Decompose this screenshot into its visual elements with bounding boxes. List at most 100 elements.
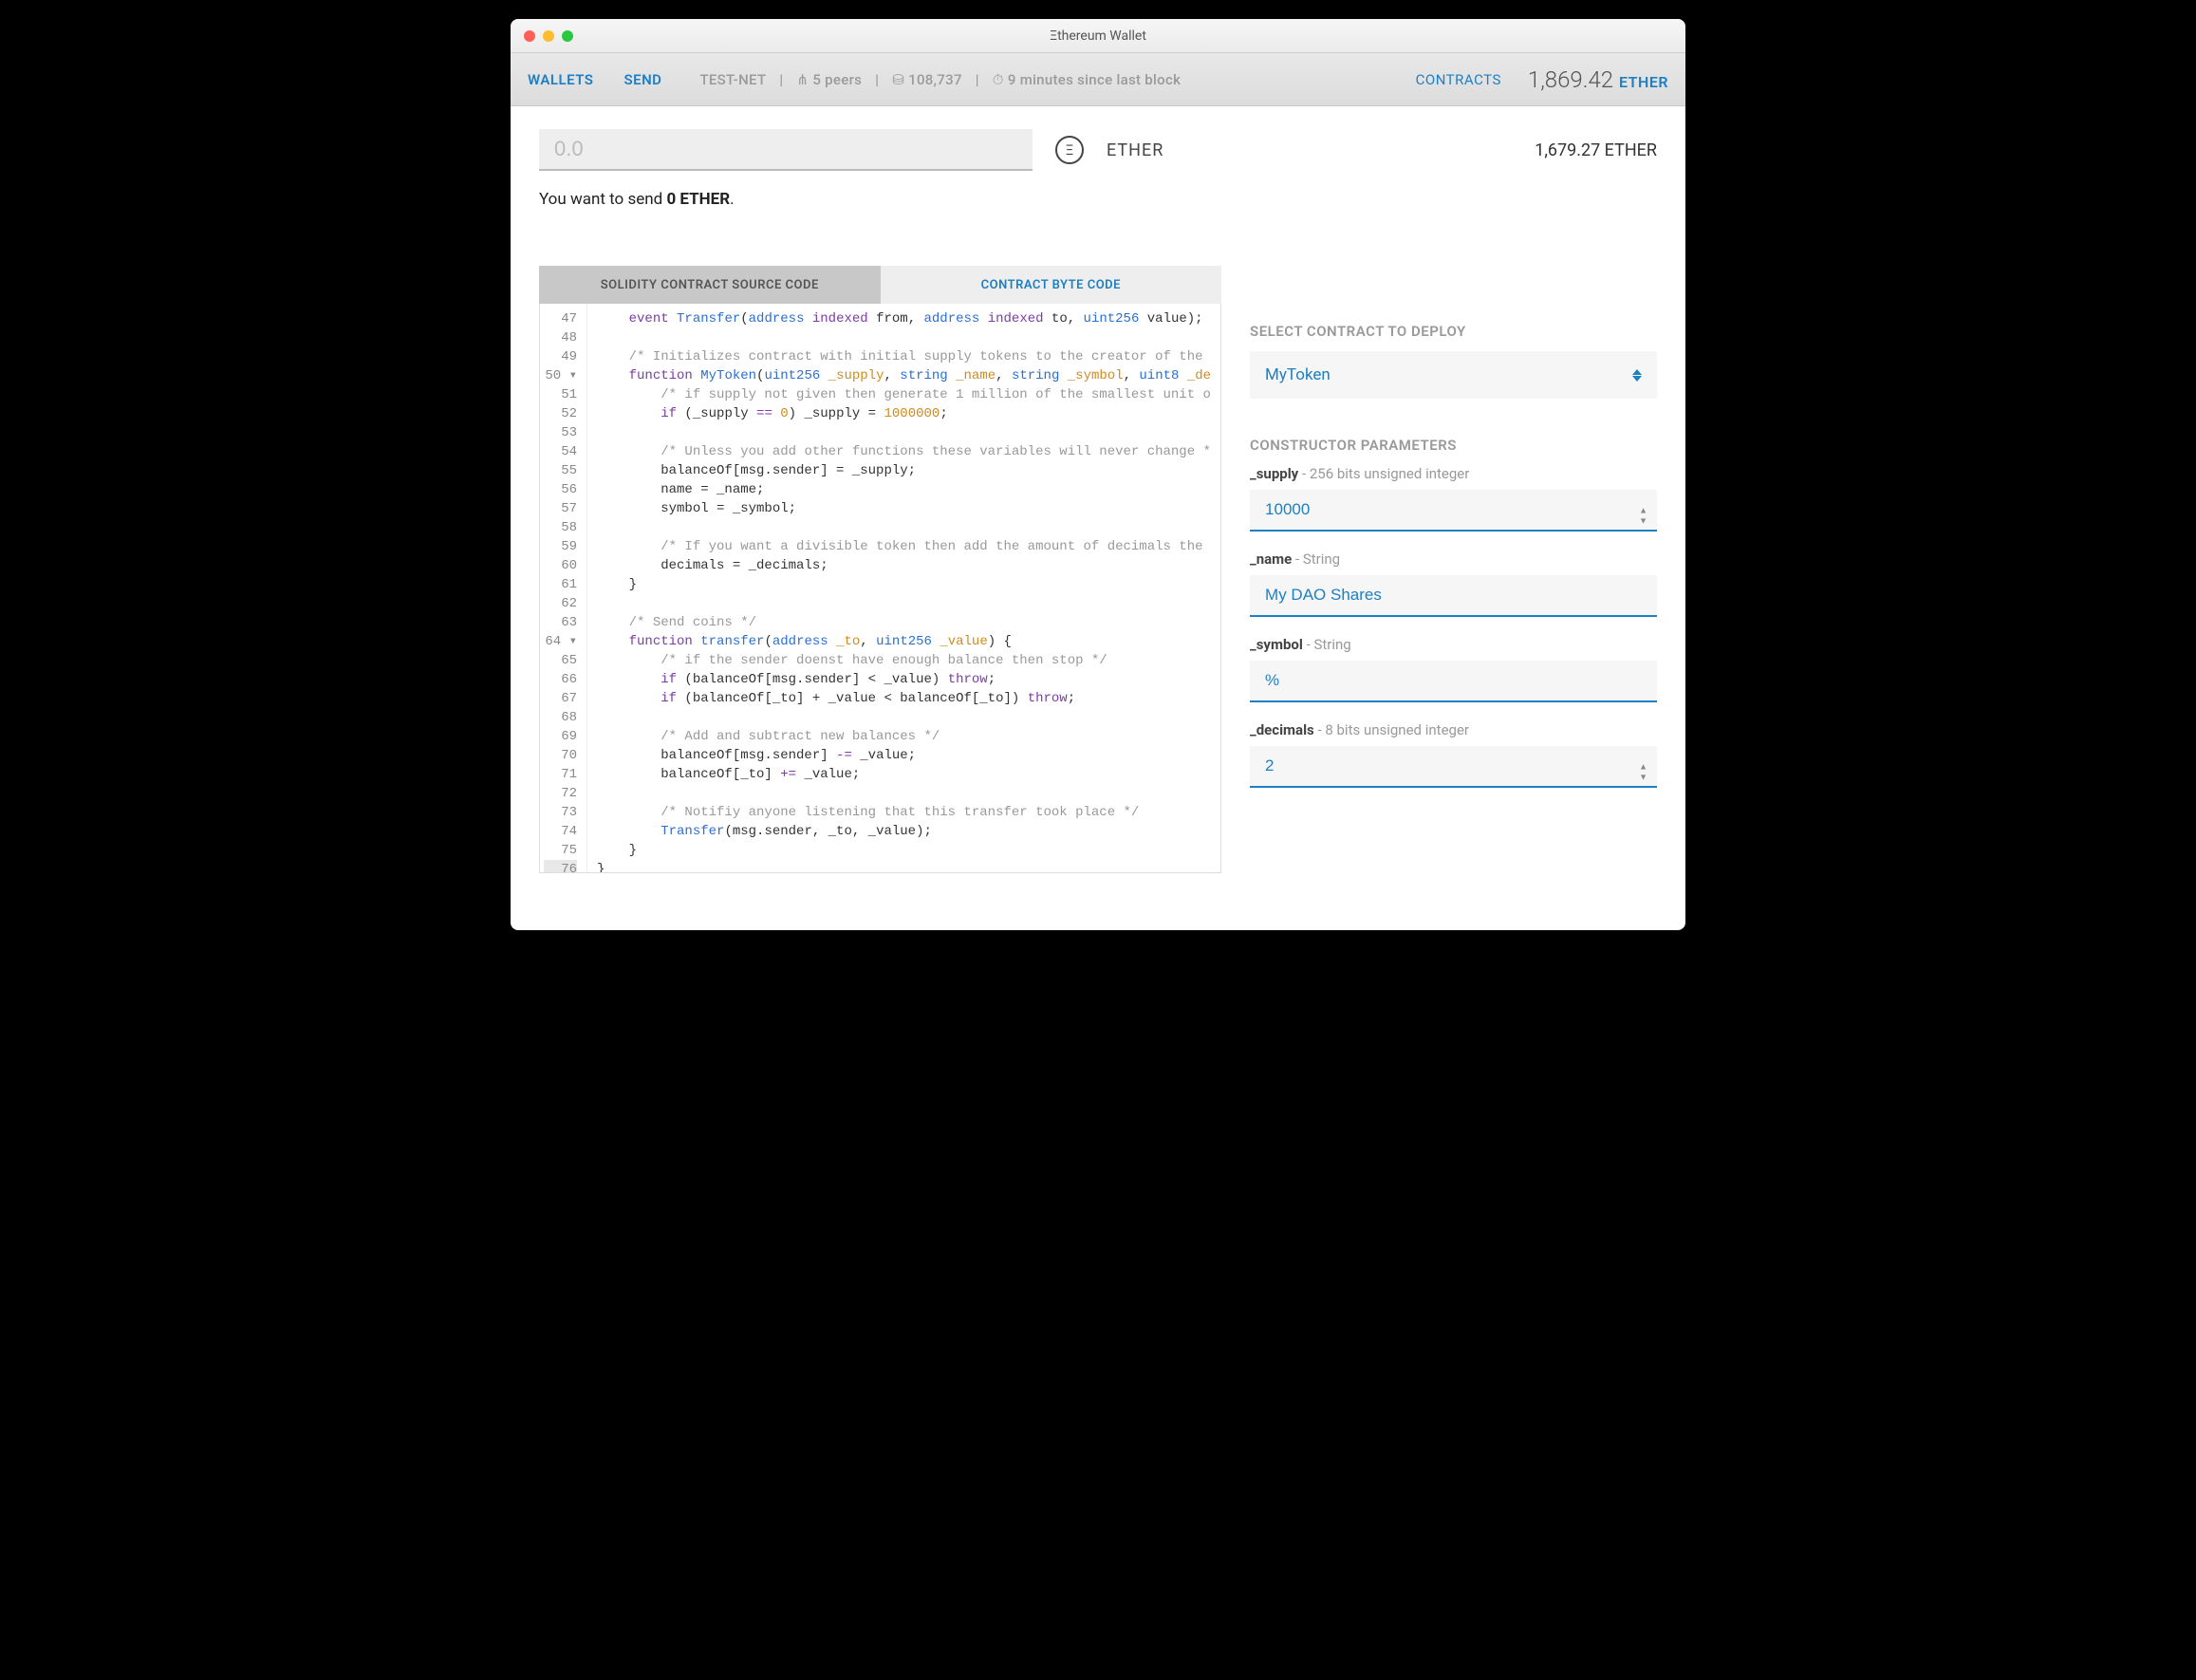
nav-contracts[interactable]: CONTRACTS (1416, 71, 1501, 88)
maximize-icon[interactable] (562, 30, 573, 42)
line-number: 73 (544, 803, 577, 822)
content: Ξ ETHER 1,679.27 ETHER You want to send … (511, 106, 1685, 930)
line-number: 61 (544, 575, 577, 594)
code-line[interactable]: /* if supply not given then generate 1 m… (597, 385, 1211, 404)
line-number: 74 (544, 822, 577, 841)
amount-input[interactable] (539, 129, 1033, 171)
close-icon[interactable] (524, 30, 535, 42)
param-label-_supply: _supply - 256 bits unsigned integer (1250, 465, 1657, 482)
nav-right: CONTRACTS 1,869.42 ETHER (1416, 66, 1668, 93)
line-number: 66 (544, 670, 577, 689)
line-number: 54 (544, 442, 577, 461)
deploy-section-label: SELECT CONTRACT TO DEPLOY (1250, 323, 1657, 340)
separator: | (779, 71, 783, 88)
nav-send[interactable]: SEND (623, 71, 661, 88)
columns: SOLIDITY CONTRACT SOURCE CODE CONTRACT B… (539, 266, 1657, 873)
line-number: 47 (544, 309, 577, 328)
line-number: 60 (544, 556, 577, 575)
code-line[interactable] (597, 423, 1211, 442)
code-line[interactable]: if (balanceOf[msg.sender] < _value) thro… (597, 670, 1211, 689)
network-name: TEST-NET (699, 71, 766, 88)
code-line[interactable]: Transfer(msg.sender, _to, _value); (597, 822, 1211, 841)
stepper-icon[interactable]: ▲▼ (1639, 506, 1647, 527)
code-line[interactable]: /* if the sender doenst have enough bala… (597, 651, 1211, 670)
clock-icon: ⏱ (993, 71, 1004, 88)
nav-wallets[interactable]: WALLETS (528, 71, 593, 88)
code-line[interactable]: /* Add and subtract new balances */ (597, 727, 1211, 746)
line-number: 57 (544, 499, 577, 518)
line-number: 58 (544, 518, 577, 537)
code-line[interactable]: decimals = _decimals; (597, 556, 1211, 575)
line-number: 72 (544, 784, 577, 803)
line-number: 59 (544, 537, 577, 556)
separator: | (875, 71, 879, 88)
code-line[interactable]: /* Send coins */ (597, 613, 1211, 632)
code-line[interactable]: function MyToken(uint256 _supply, string… (597, 366, 1211, 385)
code-line[interactable]: event Transfer(address indexed from, add… (597, 309, 1211, 328)
code-line[interactable]: } (597, 841, 1211, 860)
code-line[interactable]: balanceOf[msg.sender] = _supply; (597, 461, 1211, 480)
param-input-_supply[interactable] (1250, 490, 1657, 532)
code-line[interactable]: symbol = _symbol; (597, 499, 1211, 518)
code-line[interactable]: /* Initializes contract with initial sup… (597, 347, 1211, 366)
tab-bytecode[interactable]: CONTRACT BYTE CODE (881, 266, 1222, 304)
minimize-icon[interactable] (543, 30, 554, 42)
code-line[interactable] (597, 594, 1211, 613)
source-column: SOLIDITY CONTRACT SOURCE CODE CONTRACT B… (539, 266, 1221, 873)
code-line[interactable] (597, 708, 1211, 727)
code-line[interactable]: if (_supply == 0) _supply = 1000000; (597, 404, 1211, 423)
app-window: Ξthereum Wallet WALLETS SEND TEST-NET | … (511, 19, 1685, 930)
stepper-icon[interactable]: ▲▼ (1639, 762, 1647, 783)
network-status: TEST-NET | ⋔ 5 peers | ⛁ 108,737 | ⏱ 9 m… (699, 71, 1181, 88)
code-line[interactable] (597, 328, 1211, 347)
code-line[interactable]: name = _name; (597, 480, 1211, 499)
line-number: 62 (544, 594, 577, 613)
param-input-_symbol[interactable] (1250, 661, 1657, 702)
line-number: 56 (544, 480, 577, 499)
separator: | (976, 71, 979, 88)
chevron-updown-icon (1632, 369, 1642, 382)
line-number: 64 ▾ (544, 632, 577, 651)
available-balance: 1,679.27 ETHER (1535, 140, 1657, 160)
code-tabs: SOLIDITY CONTRACT SOURCE CODE CONTRACT B… (539, 266, 1221, 304)
param-input-_name[interactable] (1250, 575, 1657, 617)
line-number: 71 (544, 765, 577, 784)
code-line[interactable]: balanceOf[_to] += _value; (597, 765, 1211, 784)
code-line[interactable]: if (balanceOf[_to] + _value < balanceOf[… (597, 689, 1211, 708)
param-input-_decimals[interactable] (1250, 746, 1657, 788)
contract-select[interactable]: MyToken (1250, 351, 1657, 399)
blocks-status: ⛁ 108,737 (892, 71, 962, 88)
peers-status: ⋔ 5 peers (796, 71, 862, 88)
deploy-column: SELECT CONTRACT TO DEPLOY MyToken CONSTR… (1250, 266, 1657, 873)
code-editor[interactable]: 47484950 ▾5152535455565758596061626364 ▾… (539, 304, 1221, 873)
nav-left: WALLETS SEND (528, 71, 661, 88)
line-number: 76 (544, 860, 577, 873)
code-line[interactable]: } (597, 575, 1211, 594)
code-content[interactable]: event Transfer(address indexed from, add… (587, 304, 1220, 872)
code-line[interactable] (597, 518, 1211, 537)
line-number: 53 (544, 423, 577, 442)
line-number: 67 (544, 689, 577, 708)
code-line[interactable]: /* Notifiy anyone listening that this tr… (597, 803, 1211, 822)
amount-row: Ξ ETHER 1,679.27 ETHER (539, 129, 1657, 171)
param-label-_symbol: _symbol - String (1250, 636, 1657, 653)
toolbar: WALLETS SEND TEST-NET | ⋔ 5 peers | ⛁ 10… (511, 53, 1685, 106)
window-controls (524, 30, 573, 42)
code-line[interactable]: /* If you want a divisible token then ad… (597, 537, 1211, 556)
line-number: 52 (544, 404, 577, 423)
rss-icon: ⋔ (796, 71, 809, 88)
code-line[interactable]: balanceOf[msg.sender] -= _value; (597, 746, 1211, 765)
constructor-params: _supply - 256 bits unsigned integer▲▼_na… (1250, 465, 1657, 807)
line-number: 65 (544, 651, 577, 670)
code-line[interactable] (597, 784, 1211, 803)
layers-icon: ⛁ (892, 71, 904, 88)
line-number: 48 (544, 328, 577, 347)
main-balance: 1,869.42 ETHER (1528, 66, 1668, 93)
code-line[interactable]: /* Unless you add other functions these … (597, 442, 1211, 461)
currency-label: ETHER (1107, 140, 1163, 160)
tab-source[interactable]: SOLIDITY CONTRACT SOURCE CODE (539, 266, 881, 304)
ether-icon: Ξ (1055, 136, 1084, 164)
code-line[interactable]: function transfer(address _to, uint256 _… (597, 632, 1211, 651)
code-line[interactable]: } (597, 860, 1211, 872)
titlebar: Ξthereum Wallet (511, 19, 1685, 53)
